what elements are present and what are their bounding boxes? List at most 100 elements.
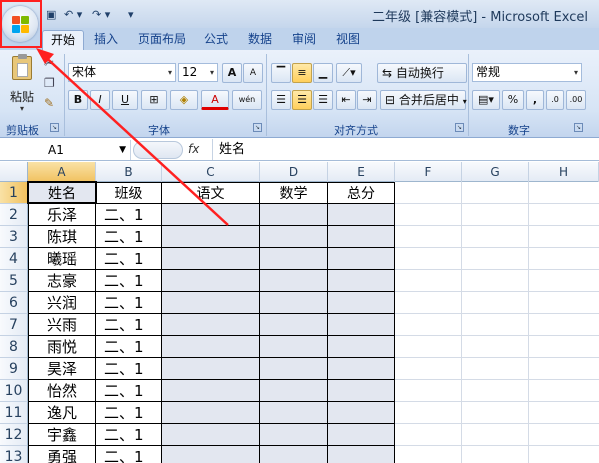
class-cell[interactable]: 二、1 — [96, 336, 162, 358]
select-all-corner[interactable] — [0, 162, 28, 182]
grow-font-button[interactable]: A — [222, 63, 242, 83]
row-header-1[interactable]: 1 — [0, 182, 28, 204]
increase-decimal-button[interactable]: .0 — [546, 90, 564, 110]
align-middle-button[interactable]: ≡ — [292, 63, 312, 83]
tab-page-layout[interactable]: 页面布局 — [130, 30, 194, 50]
class-cell[interactable]: 二、1 — [96, 226, 162, 248]
font-launcher-icon[interactable]: ↘ — [253, 123, 262, 132]
name-cell[interactable]: 雨悦 — [28, 336, 96, 358]
empty-cell[interactable] — [162, 226, 260, 248]
tab-data[interactable]: 数据 — [240, 30, 280, 50]
insert-function-icon[interactable]: fx — [188, 142, 199, 156]
class-cell[interactable]: 二、1 — [96, 446, 162, 463]
empty-cell[interactable] — [162, 292, 260, 314]
name-cell[interactable]: 乐泽 — [28, 204, 96, 226]
header-cell[interactable]: 数学 — [260, 182, 328, 204]
format-painter-icon[interactable]: ✎ — [44, 96, 54, 110]
font-size-select[interactable]: 12 ▾ — [178, 63, 218, 82]
empty-cell[interactable] — [162, 402, 260, 424]
cut-icon[interactable]: ✂ — [44, 56, 54, 70]
empty-cell[interactable] — [260, 424, 328, 446]
row-header-8[interactable]: 8 — [0, 336, 28, 358]
name-cell[interactable]: 陈琪 — [28, 226, 96, 248]
paste-dropdown-icon[interactable]: ▾ — [20, 104, 24, 113]
chevron-down-icon[interactable]: ▼ — [119, 140, 126, 160]
align-center-button[interactable]: ☰ — [292, 90, 312, 110]
comma-button[interactable]: , — [526, 90, 544, 110]
accounting-format-button[interactable]: ▤▾ — [472, 90, 500, 110]
empty-cell[interactable] — [260, 292, 328, 314]
empty-cell[interactable] — [162, 446, 260, 463]
row-header-4[interactable]: 4 — [0, 248, 28, 270]
decrease-decimal-button[interactable]: .00 — [566, 90, 586, 110]
empty-cell[interactable] — [328, 424, 395, 446]
empty-cell[interactable] — [260, 270, 328, 292]
class-cell[interactable]: 二、1 — [96, 424, 162, 446]
redo-icon[interactable]: ↷ ▾ — [92, 8, 110, 22]
class-cell[interactable]: 二、1 — [96, 402, 162, 424]
copy-icon[interactable]: ❐ — [44, 76, 55, 90]
tab-view[interactable]: 视图 — [328, 30, 368, 50]
shrink-font-button[interactable]: A — [243, 63, 263, 83]
row-header-7[interactable]: 7 — [0, 314, 28, 336]
number-launcher-icon[interactable]: ↘ — [574, 123, 583, 132]
empty-cell[interactable] — [162, 358, 260, 380]
empty-cell[interactable] — [162, 248, 260, 270]
empty-cell[interactable] — [328, 292, 395, 314]
align-left-button[interactable]: ☰ — [271, 90, 291, 110]
empty-cell[interactable] — [162, 336, 260, 358]
row-header-11[interactable]: 11 — [0, 402, 28, 424]
empty-cell[interactable] — [328, 314, 395, 336]
empty-cell[interactable] — [162, 204, 260, 226]
empty-cell[interactable] — [328, 270, 395, 292]
row-header-10[interactable]: 10 — [0, 380, 28, 402]
class-cell[interactable]: 二、1 — [96, 314, 162, 336]
header-cell[interactable]: 姓名 — [28, 182, 96, 204]
row-header-6[interactable]: 6 — [0, 292, 28, 314]
font-color-button[interactable]: A — [201, 90, 229, 110]
row-header-13[interactable]: 13 — [0, 446, 28, 463]
align-top-button[interactable]: ▔ — [271, 63, 291, 83]
column-header-d[interactable]: D — [260, 162, 328, 182]
column-header-g[interactable]: G — [462, 162, 529, 182]
empty-cell[interactable] — [260, 380, 328, 402]
name-cell[interactable]: 逸凡 — [28, 402, 96, 424]
empty-cell[interactable] — [328, 226, 395, 248]
name-cell[interactable]: 怡然 — [28, 380, 96, 402]
name-cell[interactable]: 曦瑶 — [28, 248, 96, 270]
percent-button[interactable]: % — [502, 90, 524, 110]
row-header-3[interactable]: 3 — [0, 226, 28, 248]
empty-cell[interactable] — [260, 358, 328, 380]
row-header-2[interactable]: 2 — [0, 204, 28, 226]
alignment-launcher-icon[interactable]: ↘ — [455, 123, 464, 132]
tab-home[interactable]: 开始 — [42, 30, 85, 50]
column-header-c[interactable]: C — [162, 162, 260, 182]
align-right-button[interactable]: ☰ — [313, 90, 333, 110]
column-header-h[interactable]: H — [529, 162, 599, 182]
empty-cell[interactable] — [260, 204, 328, 226]
orientation-button[interactable]: ⟋▾ — [336, 63, 362, 83]
class-cell[interactable]: 二、1 — [96, 204, 162, 226]
empty-cell[interactable] — [162, 314, 260, 336]
empty-cell[interactable] — [328, 446, 395, 463]
save-icon[interactable]: ▣ — [46, 8, 56, 22]
name-cell[interactable]: 兴雨 — [28, 314, 96, 336]
row-header-9[interactable]: 9 — [0, 358, 28, 380]
fill-color-button[interactable]: ◈ — [170, 90, 198, 110]
formula-bar-resize-handle[interactable] — [133, 141, 183, 159]
paste-button[interactable]: 粘贴 ▾ — [6, 54, 42, 116]
customize-toolbar-icon[interactable]: ▾ — [128, 8, 134, 22]
name-cell[interactable]: 昊泽 — [28, 358, 96, 380]
italic-button[interactable]: I — [90, 90, 110, 110]
tab-review[interactable]: 审阅 — [284, 30, 324, 50]
merge-center-button[interactable]: ⊟ 合并后居中 ▾ — [380, 90, 467, 110]
empty-cell[interactable] — [260, 446, 328, 463]
empty-cell[interactable] — [328, 336, 395, 358]
wrap-text-button[interactable]: ⇆ 自动换行 — [377, 63, 467, 83]
increase-indent-button[interactable]: ⇥ — [357, 90, 377, 110]
empty-cell[interactable] — [162, 424, 260, 446]
class-cell[interactable]: 二、1 — [96, 248, 162, 270]
clipboard-launcher-icon[interactable]: ↘ — [50, 123, 59, 132]
row-header-5[interactable]: 5 — [0, 270, 28, 292]
empty-cell[interactable] — [328, 358, 395, 380]
